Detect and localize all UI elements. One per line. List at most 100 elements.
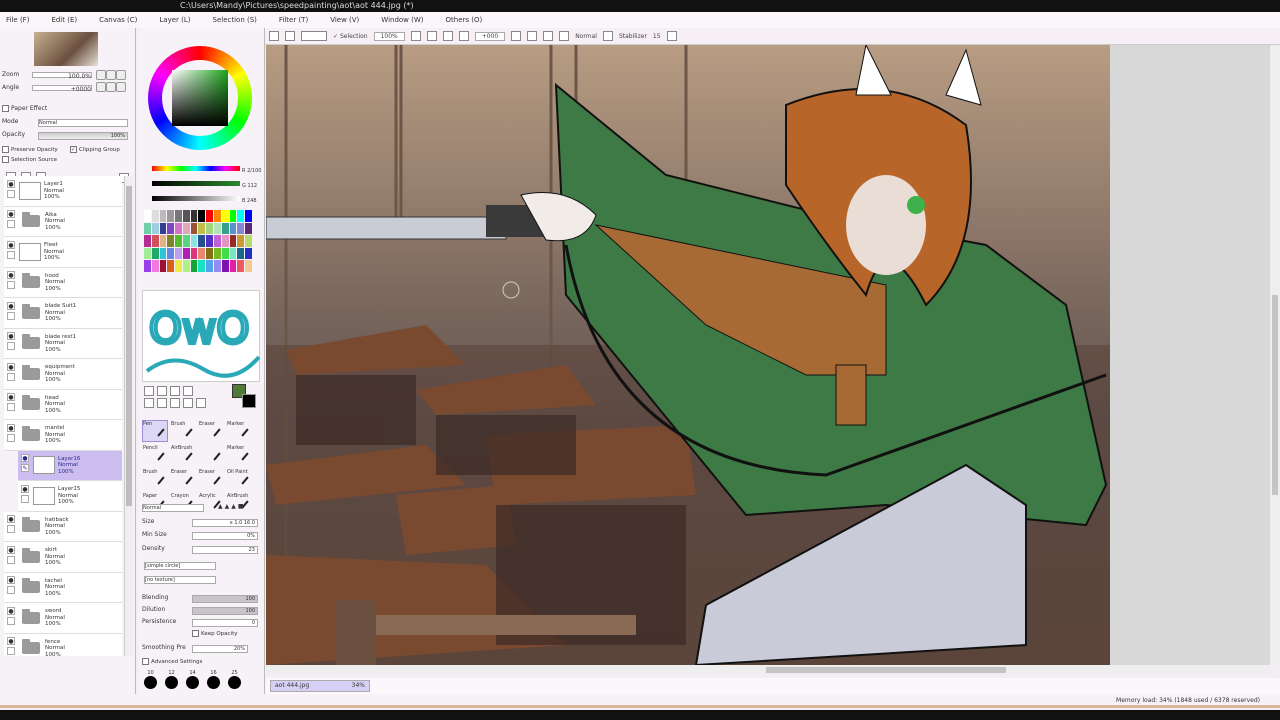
brush-blend-mode[interactable]: Normal ▲▲▲■ (142, 503, 260, 513)
layer-item[interactable]: ● Aika Normal 100% (4, 206, 122, 237)
redo-button[interactable] (285, 31, 295, 41)
keep-opacity-toggle[interactable]: Keep Opacity (192, 630, 238, 637)
menu-others[interactable]: Others (O) (446, 16, 483, 24)
color-swatch[interactable] (229, 222, 237, 235)
layer-item[interactable]: ● equipment Normal 100% (4, 359, 122, 390)
value-slider[interactable] (152, 196, 240, 201)
color-swatch[interactable] (144, 260, 151, 272)
lock-toggle[interactable] (7, 403, 15, 412)
brush-tool[interactable]: Pencil (142, 444, 168, 466)
navigator-preview[interactable] (34, 32, 98, 66)
layer-item[interactable]: ● ✎ Layer16 Normal 100% (18, 450, 122, 481)
min-size-slider[interactable]: Min Size 0% (142, 531, 260, 541)
color-swatch[interactable] (182, 247, 190, 260)
color-swatch[interactable] (229, 247, 237, 260)
lock-toggle[interactable] (7, 250, 15, 259)
layer-item[interactable]: ● fence Normal 100% (4, 633, 122, 656)
zoom-out-button[interactable] (426, 31, 437, 41)
color-swatch[interactable] (214, 247, 221, 260)
dilution-slider[interactable]: Dilution 100 (142, 606, 260, 616)
brush-tool[interactable]: AirBrush (170, 444, 196, 466)
color-swatch[interactable] (221, 235, 229, 247)
visibility-toggle[interactable]: ● (7, 240, 15, 249)
stabilizer-dropdown[interactable] (666, 31, 677, 41)
brush-tool[interactable]: Marker (226, 444, 252, 466)
brush-tool[interactable] (198, 444, 224, 466)
color-swatch[interactable] (245, 210, 252, 222)
color-swatch[interactable] (182, 235, 190, 247)
scratchpad[interactable]: OwO (142, 290, 261, 382)
density-slider[interactable]: Density 23 (142, 545, 260, 555)
color-swatch[interactable] (159, 235, 167, 247)
paper-effect-toggle[interactable]: Paper Effect (2, 105, 47, 112)
color-swatch[interactable] (182, 210, 190, 222)
color-swatch[interactable] (167, 235, 175, 247)
color-swatch[interactable] (190, 260, 198, 272)
color-swatch[interactable] (144, 210, 151, 222)
layer-item[interactable]: ● tachel Normal 100% (4, 572, 122, 603)
nav-rotate-left[interactable] (96, 82, 106, 92)
color-swatch[interactable] (206, 222, 214, 235)
lock-toggle[interactable] (21, 494, 29, 503)
color-swatch[interactable] (159, 247, 167, 260)
lock-toggle[interactable] (7, 220, 15, 229)
color-swatch[interactable] (206, 247, 214, 260)
size-preset[interactable]: 14 (186, 670, 199, 691)
color-swatch[interactable] (151, 235, 159, 247)
visibility-toggle[interactable]: ● (7, 271, 15, 280)
rotate-left-button[interactable] (511, 31, 522, 41)
brush-texture-select[interactable]: [no texture] (142, 575, 260, 585)
menu-canvas[interactable]: Canvas (C) (99, 16, 137, 24)
selection-toggle[interactable]: ✓ Selection (333, 33, 368, 40)
lock-toggle[interactable]: ✎ (21, 464, 29, 473)
color-swatch[interactable] (167, 222, 175, 235)
brush-tool[interactable]: Eraser (170, 468, 196, 490)
color-saturation-square[interactable] (172, 70, 228, 126)
color-swatch[interactable] (198, 222, 206, 235)
color-swatch[interactable] (182, 222, 190, 235)
color-swatch[interactable] (167, 260, 175, 272)
color-swatch[interactable] (175, 222, 182, 235)
color-swatch[interactable] (229, 260, 237, 272)
visibility-toggle[interactable]: ● (7, 362, 15, 371)
layer-item[interactable]: ● mantel Normal 100% (4, 420, 122, 451)
visibility-toggle[interactable]: ● (21, 484, 29, 493)
visibility-toggle[interactable]: ● (7, 301, 15, 310)
layer-opacity-slider[interactable]: Opacity 100% (2, 131, 128, 141)
color-swatch[interactable] (144, 235, 151, 247)
lock-toggle[interactable] (7, 311, 15, 320)
brush-tool[interactable]: Marker (226, 420, 252, 442)
layer-item[interactable]: ● sword Normal 100% (4, 603, 122, 634)
flip-button[interactable] (559, 31, 570, 41)
nav-flip[interactable] (116, 82, 126, 92)
color-swatch[interactable] (237, 222, 245, 235)
color-swatch[interactable] (245, 235, 252, 247)
size-preset[interactable]: 10 (144, 670, 157, 691)
color-swatch[interactable] (214, 260, 221, 272)
color-swatch[interactable] (206, 235, 214, 247)
brush-tool[interactable]: Eraser (198, 420, 224, 442)
layer-item[interactable]: ● blade rest1 Normal 100% (4, 328, 122, 359)
visibility-toggle[interactable]: ● (7, 179, 15, 188)
blending-slider[interactable]: Blending 100 (142, 594, 260, 604)
color-swatch[interactable] (167, 210, 175, 222)
layer-item[interactable]: ● hood Normal 100% (4, 267, 122, 298)
mode-dropdown[interactable] (602, 31, 613, 41)
hand-tool[interactable] (183, 398, 193, 408)
layer-item[interactable]: ● Layer15 Normal 100% (18, 481, 122, 512)
color-swatch[interactable] (159, 210, 167, 222)
menu-layer[interactable]: Layer (L) (159, 16, 190, 24)
magic-wand-tool[interactable] (170, 386, 180, 396)
zoom-in-button[interactable] (410, 31, 421, 41)
brush-tool[interactable]: Eraser (198, 468, 224, 490)
size-preset[interactable]: 25 (228, 670, 241, 691)
layer-item[interactable]: ● blade Suit1 Normal 100% (4, 298, 122, 329)
document-tab[interactable]: aot 444.jpg 34% (270, 680, 370, 692)
color-swatch[interactable] (198, 260, 206, 272)
menu-window[interactable]: Window (W) (381, 16, 423, 24)
visibility-toggle[interactable]: ● (7, 332, 15, 341)
color-swatch[interactable] (245, 247, 252, 260)
green-slider[interactable] (152, 181, 240, 186)
zoom-field[interactable]: 100% (373, 31, 405, 41)
color-swatch[interactable] (206, 210, 214, 222)
